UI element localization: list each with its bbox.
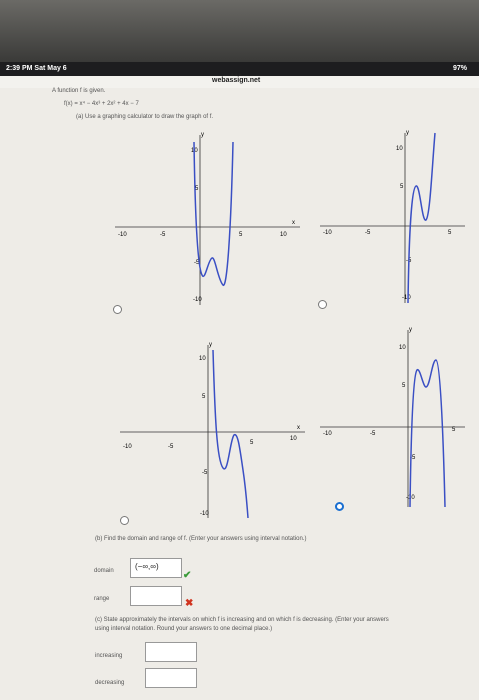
domain-value: (−∞,∞) [135, 562, 159, 571]
status-time: 2:39 PM Sat May 6 [6, 65, 67, 72]
tick-label: -5 [365, 230, 371, 236]
option-a-radio[interactable] [113, 305, 122, 314]
url-text[interactable]: webassign.net [212, 77, 260, 84]
function-curve [212, 349, 249, 519]
part-b-text: (b) Find the domain and range of f. (Ent… [95, 536, 307, 542]
graph-option-a: y x 10 5 -5 -10 -10 -5 5 10 [115, 132, 300, 305]
graph-option-d: y 10 5 -5 -10 -10 -5 5 [320, 327, 465, 508]
tick-label: 5 [448, 230, 452, 236]
tick-label: -10 [323, 431, 332, 437]
function-curve [409, 359, 446, 508]
tick-label: -10 [402, 295, 411, 301]
tick-label: -5 [202, 470, 208, 476]
increasing-input[interactable] [145, 642, 197, 662]
part-c-text-2: using interval notation. Round your answ… [95, 626, 273, 632]
tick-label: -10 [118, 232, 127, 238]
question-intro: A function f is given. [52, 88, 106, 94]
y-axis-label: y [409, 327, 412, 333]
graph-option-c: y x 10 5 -5 -10 -10 -5 5 10 [120, 342, 305, 519]
battery-indicator: 97% [452, 65, 467, 72]
x-axis-label: x [297, 425, 300, 431]
tick-label: -10 [323, 230, 332, 236]
function-curve [407, 132, 436, 304]
y-axis-label: y [406, 130, 409, 136]
tick-label: 10 [199, 356, 206, 362]
y-axis-label: y [201, 132, 204, 138]
domain-input[interactable]: (−∞,∞) [130, 558, 182, 578]
tick-label: 5 [402, 383, 406, 389]
tick-label: 5 [202, 394, 206, 400]
part-c-text-1: (c) State approximately the intervals on… [95, 617, 389, 623]
tick-label: -5 [160, 232, 166, 238]
tick-label: 10 [396, 146, 403, 152]
tick-label: 5 [250, 440, 254, 446]
graph-option-b: y 10 5 -5 -10 -10 -5 5 [320, 130, 465, 304]
range-value [131, 587, 181, 593]
part-a-text: (a) Use a graphing calculator to draw th… [76, 114, 214, 120]
tick-label: 10 [290, 436, 297, 442]
tick-label: -10 [200, 511, 209, 517]
x-axis-label: x [292, 220, 295, 226]
tick-label: -10 [193, 297, 202, 303]
option-d-radio[interactable] [335, 502, 344, 511]
option-c-radio[interactable] [120, 516, 129, 525]
decreasing-input[interactable] [145, 668, 197, 688]
domain-label: domain [94, 568, 114, 574]
tick-label: 5 [400, 184, 404, 190]
range-input[interactable] [130, 586, 182, 606]
range-label: range [94, 596, 110, 602]
tick-label: -10 [123, 444, 132, 450]
address-bar[interactable]: ••• webassign.net [0, 70, 479, 88]
decreasing-label: decreasing [95, 680, 125, 686]
tick-label: 5 [239, 232, 243, 238]
increasing-label: increasing [95, 653, 123, 659]
function-definition: f(x) = x⁴ − 4x³ + 2x² + 4x − 7 [64, 101, 139, 107]
tick-label: 10 [399, 345, 406, 351]
tick-label: -5 [168, 444, 174, 450]
incorrect-x-icon: ✖ [185, 598, 194, 609]
tick-label: -5 [370, 431, 376, 437]
tick-label: 10 [280, 232, 287, 238]
option-b-radio[interactable] [318, 300, 327, 309]
correct-check-icon: ✔ [183, 570, 192, 581]
photo-background [0, 0, 479, 62]
y-axis-label: y [209, 342, 212, 348]
tick-label: 5 [452, 427, 456, 433]
